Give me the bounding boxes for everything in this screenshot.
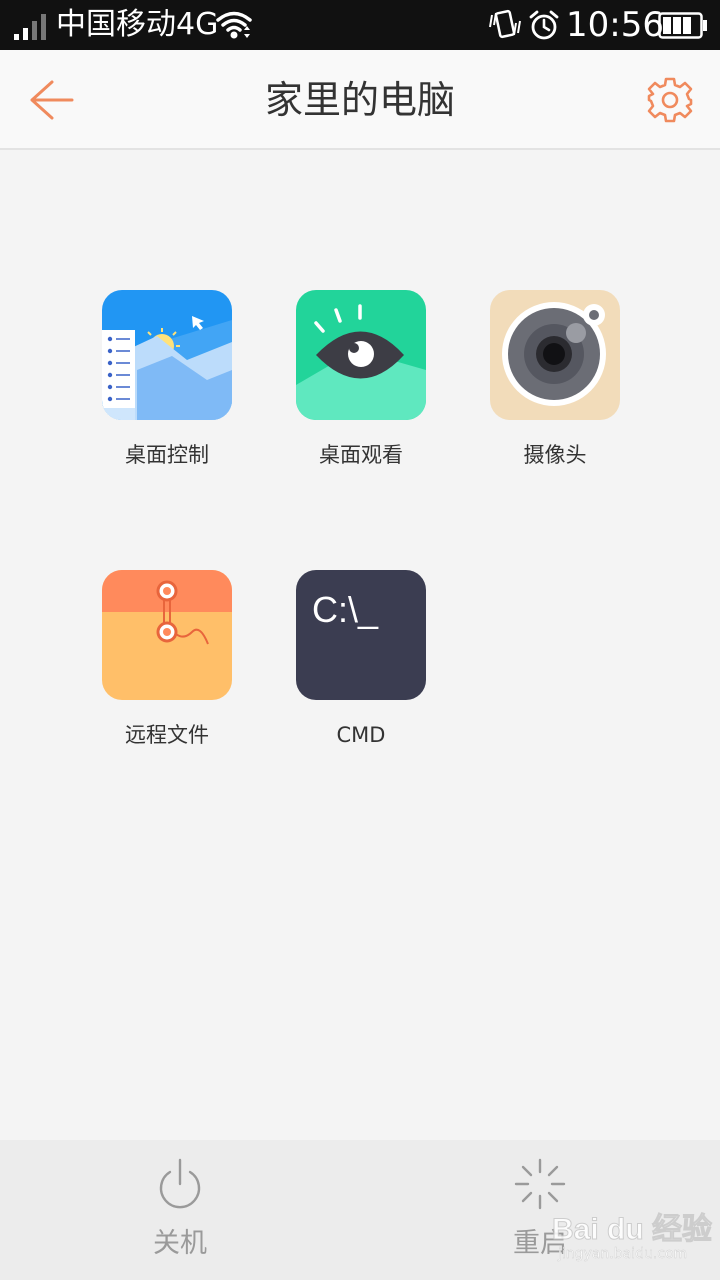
vibrate-icon [489,9,521,39]
tile-label: 桌面控制 [125,443,209,467]
tile-desktop-control[interactable]: 桌面控制 [77,290,257,500]
battery-icon [658,12,707,39]
tile-label: 远程文件 [125,723,209,747]
arrow-left-icon [30,80,74,120]
terminal-prompt-text: C:\_ [312,589,379,630]
camera-icon [490,290,620,420]
tile-label: 摄像头 [523,443,587,467]
signal-icon [14,14,46,40]
folder-file-icon [102,570,232,700]
gear-icon [647,77,693,123]
alarm-icon [529,10,559,40]
baidu-watermark: Bai du 经验 jingyan.baidu.com [551,1200,713,1270]
clock-time: 10:56 [566,5,664,45]
page-title: 家里的电脑 [264,78,455,122]
desktop-control-icon [102,290,232,420]
tile-label: 桌面观看 [319,443,403,467]
tile-cmd[interactable]: C:\_ CMD [271,570,451,780]
tile-desktop-view[interactable]: 桌面观看 [271,290,451,500]
carrier-label: 中国移动4G [56,7,219,42]
shutdown-button[interactable]: 关机 [80,1140,280,1280]
tile-label: CMD [336,723,386,747]
tile-remote-files[interactable]: 远程文件 [77,570,257,780]
watermark-sub-text: jingyan.baidu.com [558,1246,688,1262]
back-button[interactable] [22,76,78,124]
terminal-icon: C:\_ [296,570,426,700]
power-icon [159,1158,201,1209]
watermark-main-text: Bai du 经验 [551,1213,713,1247]
tile-camera[interactable]: 摄像头 [465,290,645,500]
header-bar: 家里的电脑 [0,50,720,150]
status-bar: 中国移动4G 10:56 [0,0,720,50]
eye-icon [296,290,426,420]
settings-button[interactable] [646,76,694,124]
shutdown-label: 关机 [153,1228,207,1259]
wifi-icon [216,11,252,39]
